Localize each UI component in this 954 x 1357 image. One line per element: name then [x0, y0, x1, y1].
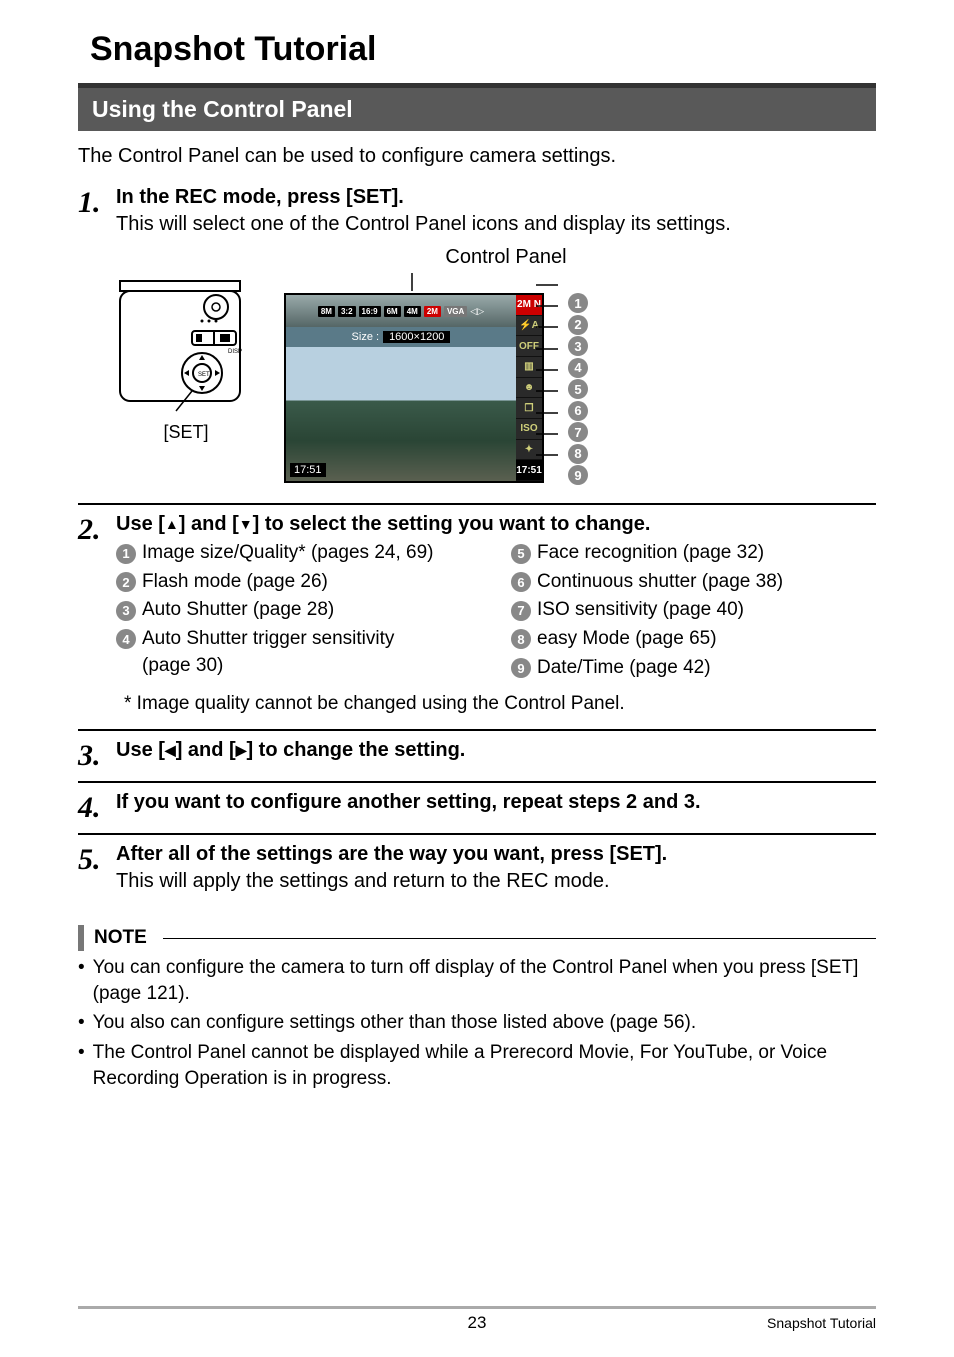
step-5: 5. After all of the settings are the way…	[78, 843, 876, 903]
note-rule	[163, 938, 876, 939]
camera-diagram: DISP SET [SET]	[116, 273, 256, 443]
list-item-cont: (page 30)	[142, 655, 481, 677]
bullet-5: 5	[511, 544, 531, 564]
footer-label: Snapshot Tutorial	[767, 1315, 876, 1331]
step-number: 4.	[78, 791, 116, 823]
bullet-8: 8	[511, 629, 531, 649]
step-subtext: This will select one of the Control Pane…	[116, 213, 876, 236]
step-heading: If you want to configure another setting…	[116, 791, 876, 814]
svg-text:DISP: DISP	[228, 349, 242, 355]
intro-text: The Control Panel can be used to configu…	[78, 145, 876, 168]
chip: 6M	[384, 306, 401, 317]
chip: VGA	[444, 306, 467, 317]
section-heading: Using the Control Panel	[78, 83, 876, 131]
right-triangle-icon: ▶	[236, 742, 247, 759]
note-item: •You can configure the camera to turn of…	[78, 955, 876, 1006]
chip: 16:9	[359, 306, 381, 317]
divider	[78, 833, 876, 835]
chip: 4M	[404, 306, 421, 317]
bullet-2: 2	[116, 572, 136, 592]
page-title: Snapshot Tutorial	[90, 30, 876, 69]
set-button-label: [SET]	[116, 422, 256, 443]
page-number: 23	[468, 1313, 487, 1333]
note-item: •You also can configure settings other t…	[78, 1010, 876, 1036]
step-heading: Use [▲] and [▼] to select the setting yo…	[116, 513, 876, 536]
lcd-time: 17:51	[290, 463, 326, 477]
step-1: 1. In the REC mode, press [SET]. This wi…	[78, 186, 876, 493]
bullet-6: 6	[511, 572, 531, 592]
step-subtext: This will apply the settings and return …	[116, 870, 876, 893]
lcd-size-row: Size : 1600×1200	[286, 327, 516, 347]
step-number: 3.	[78, 739, 116, 771]
step-number: 1.	[78, 186, 116, 218]
note-item: •The Control Panel cannot be displayed w…	[78, 1040, 876, 1091]
chip: 8M	[318, 306, 335, 317]
page-footer: 23 Snapshot Tutorial	[78, 1306, 876, 1331]
svg-text:SET: SET	[198, 372, 210, 378]
up-triangle-icon: ▲	[165, 516, 179, 532]
step-number: 2.	[78, 513, 116, 545]
step-heading: In the REC mode, press [SET].	[116, 186, 876, 209]
note-block: NOTE •You can configure the camera to tu…	[78, 925, 876, 1091]
control-panel-label: Control Panel	[266, 246, 746, 269]
bullet-9: 9	[511, 658, 531, 678]
note-bar-icon	[78, 925, 84, 951]
step-number: 5.	[78, 843, 116, 875]
bullet-4: 4	[116, 629, 136, 649]
divider	[78, 729, 876, 731]
footnote: * Image quality cannot be changed using …	[124, 693, 876, 715]
divider	[78, 503, 876, 505]
bullet-1: 1	[116, 544, 136, 564]
lcd-figure: 8M 3:2 16:9 6M 4M 2M VGA ◁▷	[284, 273, 692, 483]
lcd-photo: 17:51	[286, 347, 516, 481]
bullet-7: 7	[511, 601, 531, 621]
chip: 3:2	[338, 306, 356, 317]
step-heading: Use [◀] and [▶] to change the setting.	[116, 739, 876, 762]
note-label: NOTE	[94, 927, 147, 949]
settings-column-right: 5Face recognition (page 32) 6Continuous …	[511, 540, 876, 683]
step-3: 3. Use [◀] and [▶] to change the setting…	[78, 739, 876, 771]
down-triangle-icon: ▼	[239, 516, 253, 532]
left-triangle-icon: ◀	[165, 742, 176, 759]
chip-selected: 2M	[424, 306, 441, 317]
settings-column-left: 1Image size/Quality* (pages 24, 69) 2Fla…	[116, 540, 481, 683]
step-heading: After all of the settings are the way yo…	[116, 843, 876, 866]
step-4: 4. If you want to configure another sett…	[78, 791, 876, 823]
step-2: 2. Use [▲] and [▼] to select the setting…	[78, 513, 876, 719]
lcd-size-chips: 8M 3:2 16:9 6M 4M 2M VGA ◁▷	[286, 295, 516, 327]
divider	[78, 781, 876, 783]
bullet-3: 3	[116, 601, 136, 621]
